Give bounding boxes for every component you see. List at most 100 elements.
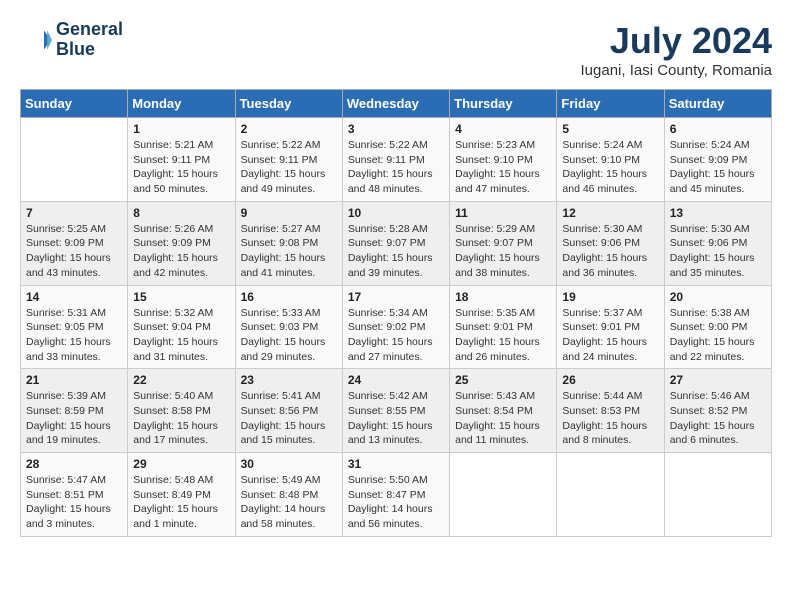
day-number: 31 [348, 457, 444, 471]
week-row-5: 28 Sunrise: 5:47 AM Sunset: 8:51 PM Dayli… [21, 453, 772, 537]
day-number: 9 [241, 206, 337, 220]
day-info: Sunrise: 5:24 AM Sunset: 9:09 PM Dayligh… [670, 138, 766, 197]
day-number: 28 [26, 457, 122, 471]
day-info: Sunrise: 5:22 AM Sunset: 9:11 PM Dayligh… [241, 138, 337, 197]
calendar-cell: 12 Sunrise: 5:30 AM Sunset: 9:06 PM Dayli… [557, 201, 664, 285]
calendar-cell: 24Sunrise: 5:42 AM Sunset: 8:55 PM Dayli… [342, 369, 449, 453]
calendar-cell: 6 Sunrise: 5:24 AM Sunset: 9:09 PM Daylig… [664, 118, 771, 202]
day-info: Sunrise: 5:27 AM Sunset: 9:08 PM Dayligh… [241, 222, 337, 281]
day-number: 22 [133, 373, 229, 387]
day-number: 27 [670, 373, 766, 387]
day-info: Sunrise: 5:34 AM Sunset: 9:02 PM Dayligh… [348, 306, 444, 365]
week-row-3: 14 Sunrise: 5:31 AM Sunset: 9:05 PM Dayli… [21, 285, 772, 369]
calendar-cell: 29 Sunrise: 5:48 AM Sunset: 8:49 PM Dayli… [128, 453, 235, 537]
week-row-1: 1 Sunrise: 5:21 AM Sunset: 9:11 PM Daylig… [21, 118, 772, 202]
day-info: Sunrise: 5:46 AM Sunset: 8:52 PM Dayligh… [670, 389, 766, 448]
calendar-cell [450, 453, 557, 537]
day-info: Sunrise: 5:42 AM Sunset: 8:55 PM Dayligh… [348, 389, 444, 448]
day-number: 17 [348, 290, 444, 304]
calendar-cell: 11Sunrise: 5:29 AM Sunset: 9:07 PM Dayli… [450, 201, 557, 285]
day-info: Sunrise: 5:44 AM Sunset: 8:53 PM Dayligh… [562, 389, 658, 448]
logo-icon [20, 24, 52, 56]
page-header: General Blue July 2024 Iugani, Iasi Coun… [20, 20, 772, 79]
week-row-2: 7 Sunrise: 5:25 AM Sunset: 9:09 PM Daylig… [21, 201, 772, 285]
calendar-cell: 20 Sunrise: 5:38 AM Sunset: 9:00 PM Dayli… [664, 285, 771, 369]
day-info: Sunrise: 5:40 AM Sunset: 8:58 PM Dayligh… [133, 389, 229, 448]
calendar-cell: 4Sunrise: 5:23 AM Sunset: 9:10 PM Daylig… [450, 118, 557, 202]
calendar-cell: 8Sunrise: 5:26 AM Sunset: 9:09 PM Daylig… [128, 201, 235, 285]
day-info: Sunrise: 5:41 AM Sunset: 8:56 PM Dayligh… [241, 389, 337, 448]
calendar-cell: 10 Sunrise: 5:28 AM Sunset: 9:07 PM Dayli… [342, 201, 449, 285]
calendar-cell: 13 Sunrise: 5:30 AM Sunset: 9:06 PM Dayli… [664, 201, 771, 285]
day-number: 5 [562, 122, 658, 136]
day-info: Sunrise: 5:50 AM Sunset: 8:47 PM Dayligh… [348, 473, 444, 532]
day-info: Sunrise: 5:32 AM Sunset: 9:04 PM Dayligh… [133, 306, 229, 365]
day-info: Sunrise: 5:31 AM Sunset: 9:05 PM Dayligh… [26, 306, 122, 365]
weekday-header-saturday: Saturday [664, 90, 771, 118]
calendar-cell: 18 Sunrise: 5:35 AM Sunset: 9:01 PM Dayli… [450, 285, 557, 369]
weekday-header-thursday: Thursday [450, 90, 557, 118]
day-info: Sunrise: 5:24 AM Sunset: 9:10 PM Dayligh… [562, 138, 658, 197]
day-number: 14 [26, 290, 122, 304]
day-number: 26 [562, 373, 658, 387]
day-number: 29 [133, 457, 229, 471]
calendar-cell: 5 Sunrise: 5:24 AM Sunset: 9:10 PM Daylig… [557, 118, 664, 202]
day-number: 21 [26, 373, 122, 387]
calendar-cell: 2 Sunrise: 5:22 AM Sunset: 9:11 PM Daylig… [235, 118, 342, 202]
calendar-cell: 15Sunrise: 5:32 AM Sunset: 9:04 PM Dayli… [128, 285, 235, 369]
day-info: Sunrise: 5:30 AM Sunset: 9:06 PM Dayligh… [670, 222, 766, 281]
day-number: 10 [348, 206, 444, 220]
day-info: Sunrise: 5:37 AM Sunset: 9:01 PM Dayligh… [562, 306, 658, 365]
calendar-cell: 25 Sunrise: 5:43 AM Sunset: 8:54 PM Dayli… [450, 369, 557, 453]
calendar-cell: 14 Sunrise: 5:31 AM Sunset: 9:05 PM Dayli… [21, 285, 128, 369]
day-info: Sunrise: 5:22 AM Sunset: 9:11 PM Dayligh… [348, 138, 444, 197]
day-info: Sunrise: 5:21 AM Sunset: 9:11 PM Dayligh… [133, 138, 229, 197]
day-number: 30 [241, 457, 337, 471]
day-info: Sunrise: 5:33 AM Sunset: 9:03 PM Dayligh… [241, 306, 337, 365]
day-info: Sunrise: 5:28 AM Sunset: 9:07 PM Dayligh… [348, 222, 444, 281]
calendar-cell: 27 Sunrise: 5:46 AM Sunset: 8:52 PM Dayli… [664, 369, 771, 453]
day-number: 13 [670, 206, 766, 220]
day-number: 1 [133, 122, 229, 136]
day-number: 18 [455, 290, 551, 304]
weekday-header-row: SundayMondayTuesdayWednesdayThursdayFrid… [21, 90, 772, 118]
calendar-cell: 9 Sunrise: 5:27 AM Sunset: 9:08 PM Daylig… [235, 201, 342, 285]
day-number: 6 [670, 122, 766, 136]
day-info: Sunrise: 5:48 AM Sunset: 8:49 PM Dayligh… [133, 473, 229, 532]
calendar-cell: 1 Sunrise: 5:21 AM Sunset: 9:11 PM Daylig… [128, 118, 235, 202]
month-year: July 2024 [581, 20, 773, 62]
day-number: 20 [670, 290, 766, 304]
calendar-cell [557, 453, 664, 537]
day-info: Sunrise: 5:25 AM Sunset: 9:09 PM Dayligh… [26, 222, 122, 281]
day-info: Sunrise: 5:43 AM Sunset: 8:54 PM Dayligh… [455, 389, 551, 448]
calendar-cell: 22 Sunrise: 5:40 AM Sunset: 8:58 PM Dayli… [128, 369, 235, 453]
weekday-header-monday: Monday [128, 90, 235, 118]
calendar-cell: 30 Sunrise: 5:49 AM Sunset: 8:48 PM Dayli… [235, 453, 342, 537]
day-info: Sunrise: 5:26 AM Sunset: 9:09 PM Dayligh… [133, 222, 229, 281]
day-info: Sunrise: 5:35 AM Sunset: 9:01 PM Dayligh… [455, 306, 551, 365]
title-block: July 2024 Iugani, Iasi County, Romania [581, 20, 773, 79]
day-info: Sunrise: 5:29 AM Sunset: 9:07 PM Dayligh… [455, 222, 551, 281]
calendar-cell: 17 Sunrise: 5:34 AM Sunset: 9:02 PM Dayli… [342, 285, 449, 369]
weekday-header-sunday: Sunday [21, 90, 128, 118]
day-info: Sunrise: 5:38 AM Sunset: 9:00 PM Dayligh… [670, 306, 766, 365]
calendar-cell: 26 Sunrise: 5:44 AM Sunset: 8:53 PM Dayli… [557, 369, 664, 453]
day-info: Sunrise: 5:30 AM Sunset: 9:06 PM Dayligh… [562, 222, 658, 281]
day-number: 12 [562, 206, 658, 220]
day-number: 25 [455, 373, 551, 387]
day-info: Sunrise: 5:49 AM Sunset: 8:48 PM Dayligh… [241, 473, 337, 532]
day-number: 19 [562, 290, 658, 304]
location: Iugani, Iasi County, Romania [581, 62, 773, 79]
day-info: Sunrise: 5:47 AM Sunset: 8:51 PM Dayligh… [26, 473, 122, 532]
logo-text: General Blue [56, 20, 123, 60]
calendar-cell: 16Sunrise: 5:33 AM Sunset: 9:03 PM Dayli… [235, 285, 342, 369]
calendar-cell: 21Sunrise: 5:39 AM Sunset: 8:59 PM Dayli… [21, 369, 128, 453]
day-number: 2 [241, 122, 337, 136]
calendar-cell: 19 Sunrise: 5:37 AM Sunset: 9:01 PM Dayli… [557, 285, 664, 369]
weekday-header-friday: Friday [557, 90, 664, 118]
weekday-header-tuesday: Tuesday [235, 90, 342, 118]
calendar-cell [664, 453, 771, 537]
day-number: 7 [26, 206, 122, 220]
calendar-cell: 3Sunrise: 5:22 AM Sunset: 9:11 PM Daylig… [342, 118, 449, 202]
weekday-header-wednesday: Wednesday [342, 90, 449, 118]
